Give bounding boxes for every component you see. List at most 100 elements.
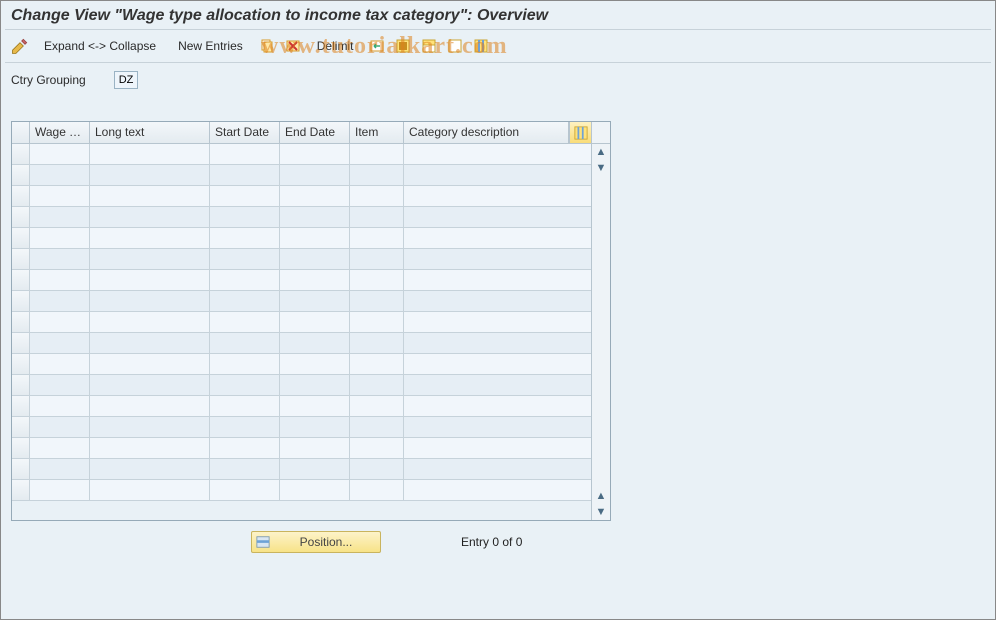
- cell-category[interactable]: [404, 354, 591, 375]
- cell-item[interactable]: [350, 291, 404, 312]
- table-row[interactable]: [12, 333, 591, 354]
- cell-wage-type[interactable]: [30, 375, 90, 396]
- table-row[interactable]: [12, 249, 591, 270]
- cell-end-date[interactable]: [280, 438, 350, 459]
- cell-wage-type[interactable]: [30, 459, 90, 480]
- cell-start-date[interactable]: [210, 459, 280, 480]
- cell-end-date[interactable]: [280, 270, 350, 291]
- row-selector[interactable]: [12, 480, 30, 501]
- position-button[interactable]: Position...: [251, 531, 381, 553]
- cell-wage-type[interactable]: [30, 186, 90, 207]
- cell-item[interactable]: [350, 417, 404, 438]
- scroll-down-icon[interactable]: ▼: [593, 160, 610, 176]
- col-start-date[interactable]: Start Date: [210, 122, 280, 143]
- row-selector[interactable]: [12, 417, 30, 438]
- row-selector[interactable]: [12, 333, 30, 354]
- cell-start-date[interactable]: [210, 144, 280, 165]
- cell-category[interactable]: [404, 144, 591, 165]
- cell-item[interactable]: [350, 144, 404, 165]
- cell-category[interactable]: [404, 417, 591, 438]
- table-row[interactable]: [12, 417, 591, 438]
- cell-end-date[interactable]: [280, 228, 350, 249]
- row-selector[interactable]: [12, 375, 30, 396]
- col-wage-type[interactable]: Wage Ty...: [30, 122, 90, 143]
- cell-end-date[interactable]: [280, 354, 350, 375]
- cell-category[interactable]: [404, 480, 591, 501]
- table-row[interactable]: [12, 291, 591, 312]
- cell-start-date[interactable]: [210, 312, 280, 333]
- cell-start-date[interactable]: [210, 438, 280, 459]
- cell-item[interactable]: [350, 186, 404, 207]
- row-selector[interactable]: [12, 144, 30, 165]
- cell-category[interactable]: [404, 396, 591, 417]
- cell-category[interactable]: [404, 207, 591, 228]
- cell-category[interactable]: [404, 333, 591, 354]
- cell-wage-type[interactable]: [30, 249, 90, 270]
- undo-change-icon[interactable]: [366, 36, 388, 56]
- cell-end-date[interactable]: [280, 312, 350, 333]
- cell-item[interactable]: [350, 165, 404, 186]
- cell-long-text[interactable]: [90, 480, 210, 501]
- cell-item[interactable]: [350, 438, 404, 459]
- cell-end-date[interactable]: [280, 291, 350, 312]
- cell-long-text[interactable]: [90, 270, 210, 291]
- cell-item[interactable]: [350, 249, 404, 270]
- cell-long-text[interactable]: [90, 144, 210, 165]
- cell-end-date[interactable]: [280, 249, 350, 270]
- cell-long-text[interactable]: [90, 312, 210, 333]
- new-entries-button[interactable]: New Entries: [169, 35, 252, 57]
- cell-item[interactable]: [350, 459, 404, 480]
- cell-end-date[interactable]: [280, 333, 350, 354]
- row-selector[interactable]: [12, 207, 30, 228]
- table-row[interactable]: [12, 144, 591, 165]
- table-row[interactable]: [12, 375, 591, 396]
- table-row[interactable]: [12, 207, 591, 228]
- cell-end-date[interactable]: [280, 480, 350, 501]
- cell-start-date[interactable]: [210, 228, 280, 249]
- cell-long-text[interactable]: [90, 396, 210, 417]
- cell-wage-type[interactable]: [30, 333, 90, 354]
- scroll-up-icon-bottom[interactable]: ▲: [593, 488, 610, 504]
- expand-collapse-button[interactable]: Expand <-> Collapse: [35, 35, 165, 57]
- cell-start-date[interactable]: [210, 270, 280, 291]
- table-row[interactable]: [12, 165, 591, 186]
- row-selector[interactable]: [12, 228, 30, 249]
- cell-item[interactable]: [350, 207, 404, 228]
- row-selector[interactable]: [12, 165, 30, 186]
- cell-start-date[interactable]: [210, 165, 280, 186]
- cell-wage-type[interactable]: [30, 144, 90, 165]
- cell-start-date[interactable]: [210, 417, 280, 438]
- cell-item[interactable]: [350, 375, 404, 396]
- table-row[interactable]: [12, 354, 591, 375]
- cell-end-date[interactable]: [280, 417, 350, 438]
- toggle-change-mode-icon[interactable]: [9, 36, 31, 56]
- delimit-button[interactable]: Delimit: [308, 35, 363, 57]
- scroll-up-icon[interactable]: ▲: [593, 144, 610, 160]
- select-all-icon[interactable]: [392, 36, 414, 56]
- cell-category[interactable]: [404, 438, 591, 459]
- row-selector[interactable]: [12, 186, 30, 207]
- row-selector[interactable]: [12, 291, 30, 312]
- row-selector[interactable]: [12, 270, 30, 291]
- cell-start-date[interactable]: [210, 396, 280, 417]
- cell-long-text[interactable]: [90, 165, 210, 186]
- configure-icon[interactable]: [470, 36, 492, 56]
- cell-long-text[interactable]: [90, 228, 210, 249]
- cell-item[interactable]: [350, 228, 404, 249]
- cell-item[interactable]: [350, 396, 404, 417]
- table-row[interactable]: [12, 480, 591, 501]
- cell-start-date[interactable]: [210, 354, 280, 375]
- table-row[interactable]: [12, 396, 591, 417]
- cell-wage-type[interactable]: [30, 417, 90, 438]
- cell-item[interactable]: [350, 354, 404, 375]
- row-selector-header[interactable]: [12, 122, 30, 143]
- copy-as-icon[interactable]: [256, 36, 278, 56]
- cell-long-text[interactable]: [90, 207, 210, 228]
- cell-item[interactable]: [350, 480, 404, 501]
- ctry-grouping-field[interactable]: DZ: [114, 71, 139, 89]
- cell-long-text[interactable]: [90, 249, 210, 270]
- cell-long-text[interactable]: [90, 417, 210, 438]
- cell-long-text[interactable]: [90, 375, 210, 396]
- cell-category[interactable]: [404, 375, 591, 396]
- cell-start-date[interactable]: [210, 375, 280, 396]
